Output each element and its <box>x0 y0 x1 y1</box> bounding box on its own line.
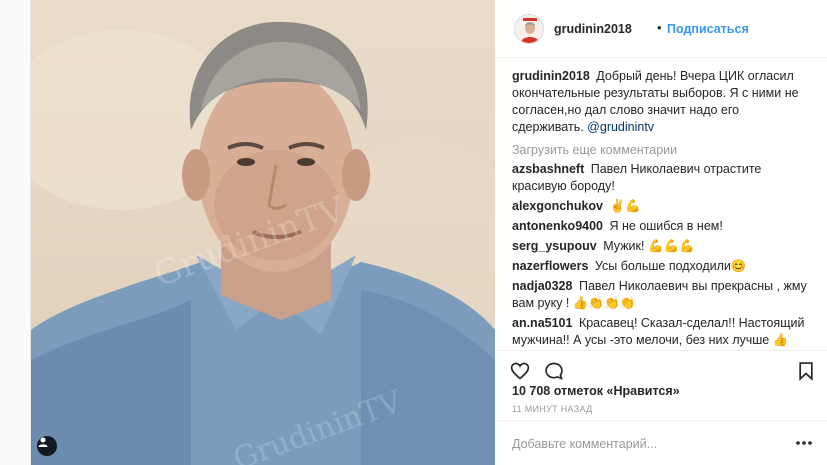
header-separator: • <box>657 20 662 35</box>
instagram-post: GrudininTV GrudininTV grudinin2018 • Под… <box>30 0 827 465</box>
ellipsis-icon[interactable] <box>794 435 814 451</box>
comment-username[interactable]: nazerflowers <box>512 259 588 273</box>
comment-icon[interactable] <box>544 361 564 381</box>
comment-text: Я не ошибся в нем! <box>609 219 723 233</box>
comment-item: nazerflowers Усы больше подходили😊 <box>512 258 812 275</box>
comment-username[interactable]: serg_ysupouv <box>512 239 597 253</box>
comment-text: Усы больше подходили😊 <box>594 259 747 273</box>
load-more-comments-button[interactable]: Загрузить еще комментарии <box>512 142 812 159</box>
add-comment-input[interactable] <box>512 435 772 453</box>
likes-count[interactable]: 10 708 отметок «Нравится» <box>512 384 680 398</box>
comment-username[interactable]: antonenko9400 <box>512 219 603 233</box>
follow-button[interactable]: Подписаться <box>667 22 749 36</box>
comment-item: serg_ysupouv Мужик! 💪💪💪 <box>512 238 812 255</box>
comment-username[interactable]: azsbashneft <box>512 162 584 176</box>
caption-mention[interactable]: @grudinintv <box>587 120 654 134</box>
caption-username[interactable]: grudinin2018 <box>512 69 590 83</box>
comment-item: alexgonchukov ✌💪 <box>512 198 812 215</box>
header-username[interactable]: grudinin2018 <box>554 22 632 36</box>
post-actions <box>496 350 827 384</box>
user-tag-icon[interactable] <box>37 436 57 456</box>
avatar[interactable] <box>514 14 544 44</box>
post-timestamp: 11 МИНУТ НАЗАД <box>512 404 593 414</box>
heart-icon[interactable] <box>510 361 530 381</box>
post-sidebar: grudinin2018 • Подписаться grudinin2018 … <box>496 0 827 465</box>
comment-username[interactable]: alexgonchukov <box>512 199 603 213</box>
comment-text: ✌💪 <box>609 199 641 213</box>
post-caption: grudinin2018 Добрый день! Вчера ЦИК огла… <box>512 68 812 136</box>
comment-username[interactable]: an.na5101 <box>512 316 572 330</box>
comment-username[interactable]: nadja0328 <box>512 279 572 293</box>
comments-list[interactable]: grudinin2018 Добрый день! Вчера ЦИК огла… <box>496 58 827 350</box>
add-comment-section <box>496 420 827 465</box>
comment-text: Мужик! 💪💪💪 <box>603 239 695 253</box>
comment-item: azsbashneft Павел Николаевич отрастите к… <box>512 161 812 195</box>
bookmark-icon[interactable] <box>796 361 816 381</box>
comment-item: nadja0328 Павел Николаевич вы прекрасны … <box>512 278 812 312</box>
comment-item: an.na5101 Красавец! Сказал-сделал!! Наст… <box>512 315 812 350</box>
post-header: grudinin2018 • Подписаться <box>496 0 827 58</box>
post-photo[interactable]: GrudininTV GrudininTV <box>31 0 495 465</box>
portrait-image: GrudininTV GrudininTV <box>31 21 495 465</box>
comment-item: antonenko9400 Я не ошибся в нем! <box>512 218 812 235</box>
